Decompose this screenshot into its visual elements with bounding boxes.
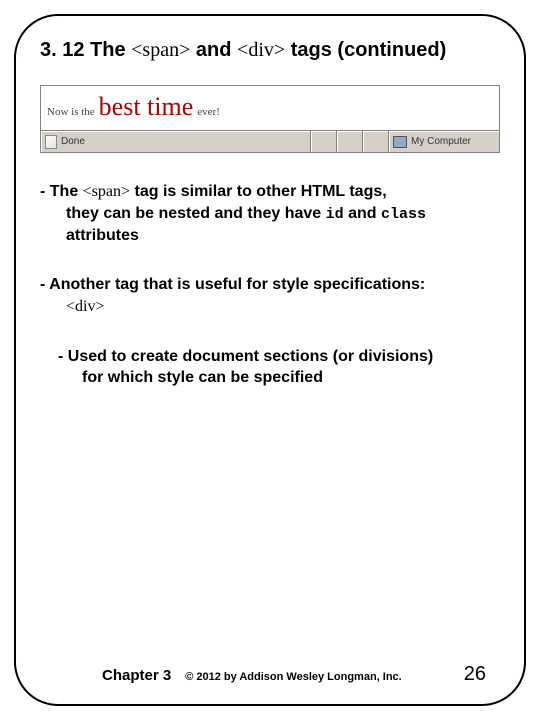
b1-class: class [381,206,426,223]
document-icon [45,135,57,149]
b2-tag: <div> [40,296,500,318]
browser-statusbar: Done My Computer [41,130,499,152]
title-suffix: tags [285,39,337,61]
status-done-cell: Done [41,131,311,152]
status-location-cell: My Computer [389,131,499,152]
bullet-div-desc: - Used to create document sections (or d… [40,346,500,389]
b1-tag: <span> [83,183,130,200]
status-empty-2 [337,131,363,152]
title-tag-div: <div> [237,39,285,61]
footer-copyright: © 2012 by Addison Wesley Longman, Inc. [185,671,450,683]
b1-rest2b: and [344,205,381,222]
b1-line3: attributes [40,225,500,247]
browser-content: Now is the best time ever! [41,86,499,130]
b1-rest1: tag is similar to other HTML tags, [130,183,387,200]
title-tag-span: <span> [131,39,190,61]
status-empty-3 [363,131,389,152]
footer-chapter: Chapter 3 [102,667,171,684]
b3-line2: for which style can be specified [58,367,500,389]
computer-icon [393,136,407,148]
footer-page-number: 26 [464,663,486,686]
status-empty-1 [311,131,337,152]
content-after: ever! [197,106,220,118]
b3-line1: - Used to create document sections (or d… [58,348,433,365]
status-location-text: My Computer [411,136,471,147]
b1-lead: - The [40,183,83,200]
title-continued: (continued) [337,39,446,61]
bullet-div-intro: - Another tag that is useful for style s… [40,274,500,317]
title-mid: and [190,39,237,61]
b1-rest2a: they can be nested and they have [66,205,326,222]
browser-window: Now is the best time ever! Done My Compu… [40,85,500,153]
slide-title: 3. 12 The <span> and <div> tags (continu… [40,38,500,63]
bullet-span-tag: - The <span> tag is similar to other HTM… [40,181,500,246]
b2-line: - Another tag that is useful for style s… [40,276,425,293]
slide-footer: Chapter 3 © 2012 by Addison Wesley Longm… [16,663,524,686]
b1-id: id [326,206,344,223]
content-highlight: best time [99,94,194,120]
status-done-text: Done [61,136,85,147]
title-prefix: 3. 12 The [40,39,131,61]
content-before: Now is the [47,106,95,118]
slide-frame: 3. 12 The <span> and <div> tags (continu… [14,14,526,706]
b1-line2: they can be nested and they have id and … [40,203,500,225]
